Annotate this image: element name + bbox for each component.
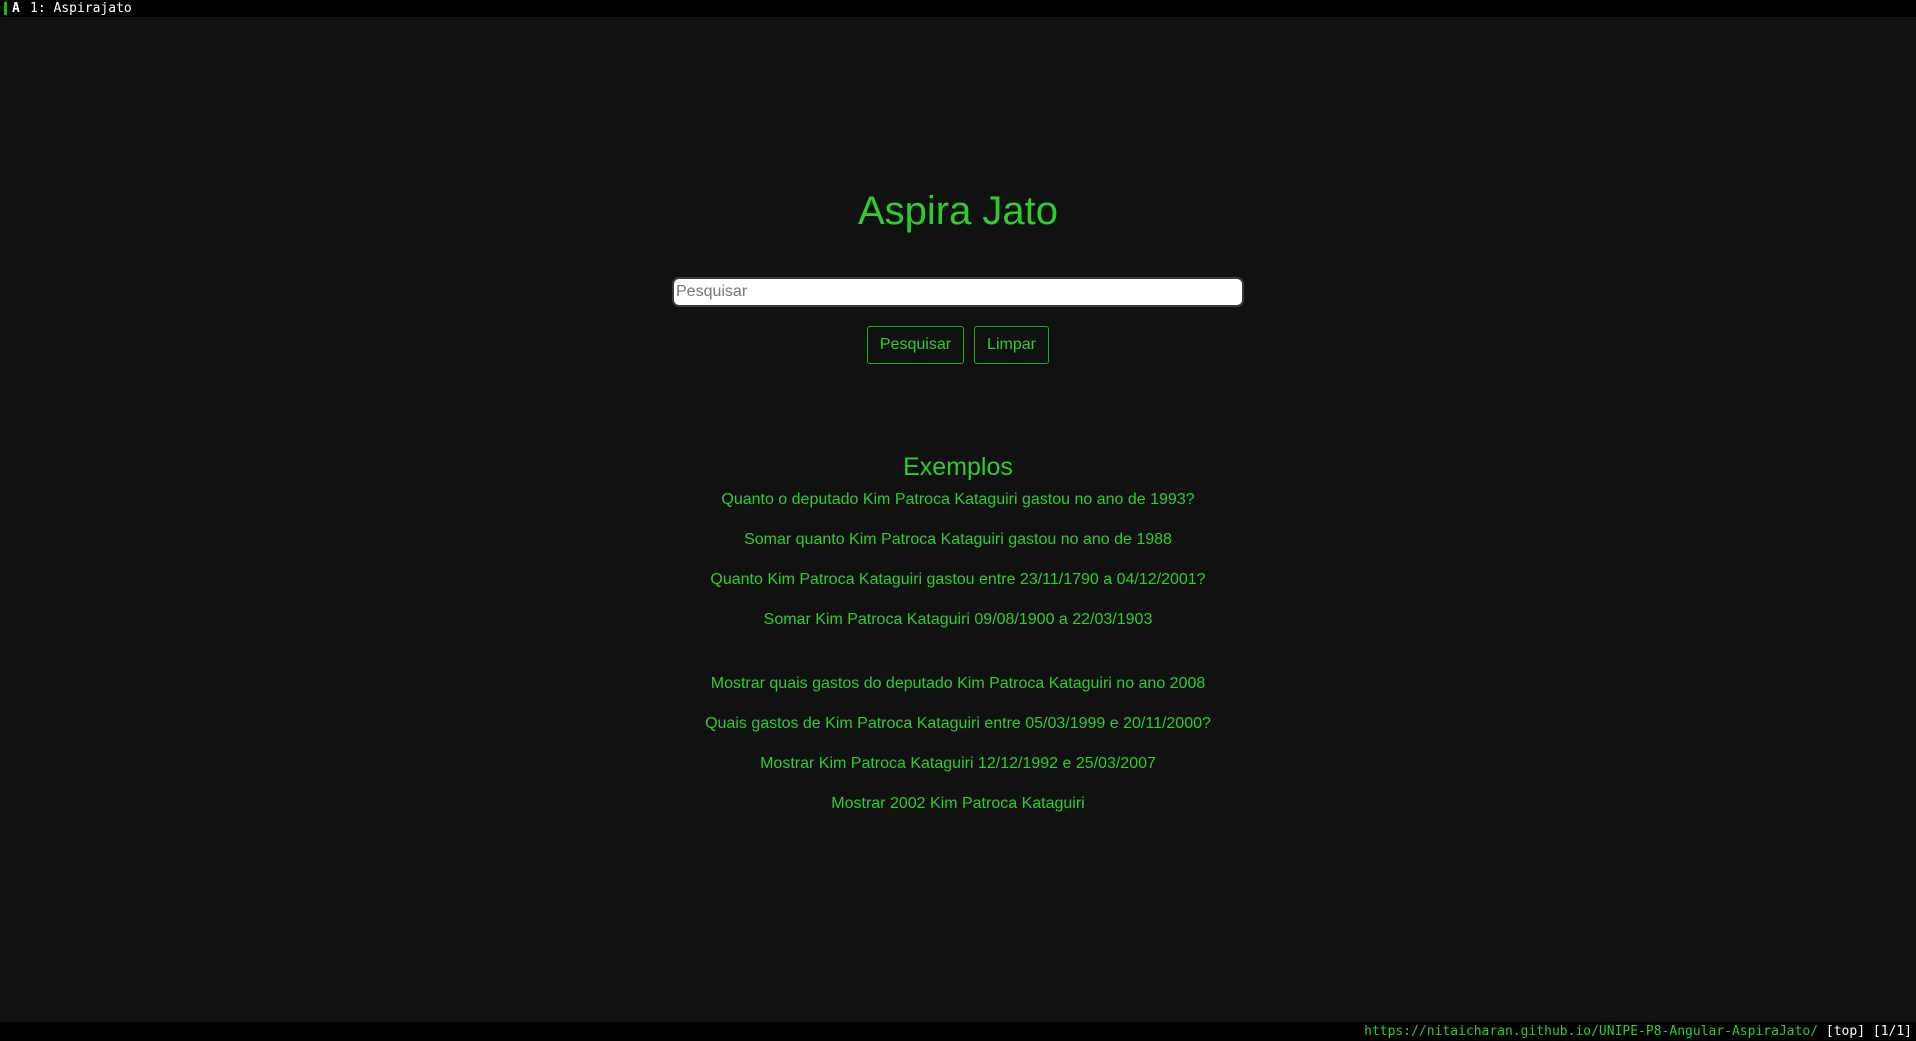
active-tab-indicator [4, 2, 7, 15]
examples-heading: Exemplos [903, 453, 1013, 481]
search-input[interactable] [672, 277, 1244, 307]
tab-favicon-icon: A [12, 1, 20, 16]
status-scroll-position: [top] [1/1] [1818, 1024, 1912, 1039]
example-link[interactable]: Quanto o deputado Kim Patroca Kataguiri … [0, 491, 1916, 509]
status-url: https://nitaicharan.github.io/UNIPE-P8-A… [1364, 1024, 1819, 1039]
clear-button[interactable]: Limpar [974, 326, 1049, 364]
example-link[interactable]: Mostrar 2002 Kim Patroca Kataguiri [0, 795, 1916, 813]
page-content: Aspira Jato [0, 17, 1916, 1022]
example-link[interactable]: Mostrar Kim Patroca Kataguiri 12/12/1992… [0, 755, 1916, 773]
example-link[interactable]: Somar Kim Patroca Kataguiri 09/08/1900 a… [0, 611, 1916, 629]
tab-title[interactable]: 1: Aspirajato [30, 0, 132, 17]
page-title: Aspira Jato [857, 189, 1059, 233]
tab-bar: A 1: Aspirajato [0, 0, 1916, 17]
search-button[interactable]: Pesquisar [867, 326, 964, 364]
status-bar: https://nitaicharan.github.io/UNIPE-P8-A… [0, 1022, 1916, 1041]
example-link[interactable]: Somar quanto Kim Patroca Kataguiri gasto… [0, 531, 1916, 549]
example-link[interactable]: Quanto Kim Patroca Kataguiri gastou entr… [0, 571, 1916, 589]
example-link[interactable]: Mostrar quais gastos do deputado Kim Pat… [0, 675, 1916, 693]
example-link[interactable]: Quais gastos de Kim Patroca Kataguiri en… [0, 715, 1916, 733]
status-info: https://nitaicharan.github.io/UNIPE-P8-A… [1364, 1022, 1912, 1041]
